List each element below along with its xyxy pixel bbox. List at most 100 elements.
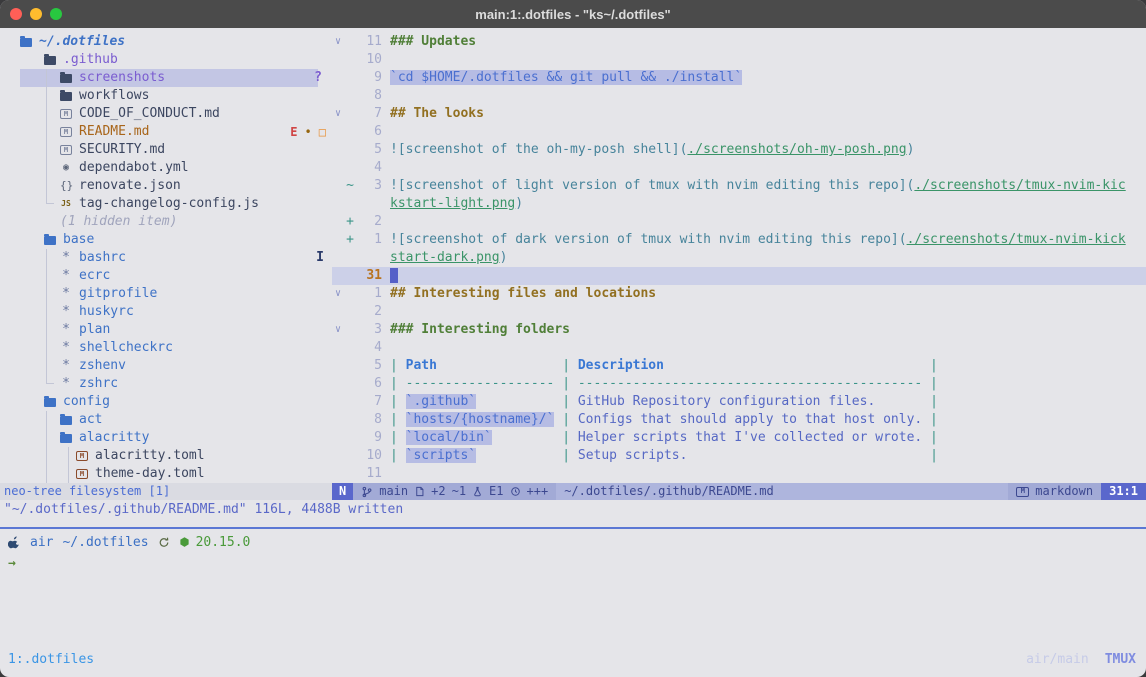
tree-item[interactable]: JStag-changelog-config.js (0, 195, 332, 213)
gitsign-column (344, 123, 356, 141)
tree-item[interactable]: ~/.dotfiles (0, 33, 332, 51)
fold-column (332, 87, 344, 105)
editor-line[interactable]: 4 (332, 339, 1146, 357)
editor-line[interactable]: 9| `local/bin` | Helper scripts that I'v… (332, 429, 1146, 447)
rc-file-icon: * (60, 267, 72, 285)
editor-line[interactable]: start-dark.png) (332, 249, 1146, 267)
tree-guide (46, 411, 47, 429)
editor-line[interactable]: ~3![screenshot of light version of tmux … (332, 177, 1146, 195)
line-number: 11 (356, 465, 382, 483)
editor-line[interactable]: 10 (332, 51, 1146, 69)
statusline-filepath: ~/.dotfiles/.github/README.md (556, 483, 1008, 500)
text-cursor (390, 268, 398, 283)
fold-marker-icon[interactable]: ∨ (332, 105, 344, 123)
shell-prompt: air ~/.dotfiles 20.15.0 (0, 529, 1146, 555)
editor-line[interactable]: kstart-light.png) (332, 195, 1146, 213)
editor-line[interactable]: 10| `scripts` | Setup scripts. | (332, 447, 1146, 465)
editor-line[interactable]: ∨1## Interesting files and locations (332, 285, 1146, 303)
tree-guide (46, 285, 47, 303)
line-text: `cd $HOME/.dotfiles && git pull && ./ins… (390, 69, 742, 87)
editor-buffer[interactable]: ∨11### Updates109`cd $HOME/.dotfiles && … (332, 28, 1146, 483)
tree-item[interactable]: ◉dependabot.yml (0, 159, 332, 177)
folder-icon (44, 56, 56, 65)
editor-line[interactable]: ∨11### Updates (332, 33, 1146, 51)
tree-item[interactable]: config (0, 393, 332, 411)
editor-line[interactable]: ∨7## The looks (332, 105, 1146, 123)
editor-line[interactable]: 8 (332, 87, 1146, 105)
editor-line[interactable]: 5| Path | Description | (332, 357, 1146, 375)
tree-item[interactable]: *plan (0, 321, 332, 339)
fold-marker-icon[interactable]: ∨ (332, 33, 344, 51)
editor-line[interactable]: 6| ------------------- | ---------------… (332, 375, 1146, 393)
tree-item[interactable]: *shellcheckrc (0, 339, 332, 357)
tree-item[interactable]: .github (0, 51, 332, 69)
fold-column (332, 375, 344, 393)
tree-item[interactable]: *huskyrc (0, 303, 332, 321)
tree-item[interactable]: MCODE_OF_CONDUCT.md (0, 105, 332, 123)
editor-line[interactable]: 11 (332, 465, 1146, 483)
editor-line[interactable]: 9`cd $HOME/.dotfiles && git pull && ./in… (332, 69, 1146, 87)
tree-item[interactable]: MSECURITY.md (0, 141, 332, 159)
tree-item[interactable]: (1 hidden item) (0, 213, 332, 231)
fold-marker-icon[interactable]: ∨ (332, 321, 344, 339)
inactive-pane-cursor: I (316, 249, 324, 267)
tree-item-label: bashrc (79, 249, 126, 267)
editor-line[interactable]: ∨3### Interesting folders (332, 321, 1146, 339)
gitsign-column: + (344, 213, 356, 231)
shell-input-line[interactable]: → (0, 555, 1146, 573)
tree-item[interactable]: base (0, 231, 332, 249)
editor-line[interactable]: 4 (332, 159, 1146, 177)
editor-line[interactable]: 7| `.github` | GitHub Repository configu… (332, 393, 1146, 411)
tree-item[interactable]: *bashrcI (0, 249, 332, 267)
git-fetch-icon (158, 536, 170, 549)
line-number (356, 195, 382, 213)
tree-item-label: CODE_OF_CONDUCT.md (79, 105, 220, 123)
tree-item-label: ecrc (79, 267, 110, 285)
tree-item[interactable]: act (0, 411, 332, 429)
editor-line[interactable]: +2 (332, 213, 1146, 231)
tree-item[interactable]: {}renovate.json (0, 177, 332, 195)
tree-item[interactable]: *gitprofile (0, 285, 332, 303)
tree-item-label: workflows (79, 87, 149, 105)
tree-item[interactable]: Mtheme-day.toml (0, 465, 332, 483)
line-number: 10 (356, 51, 382, 69)
fold-marker-icon[interactable]: ∨ (332, 285, 344, 303)
tree-item[interactable]: alacritty (0, 429, 332, 447)
line-number: 2 (356, 303, 382, 321)
line-number (356, 249, 382, 267)
tree-item[interactable]: screenshots? (0, 69, 332, 87)
line-number: 4 (356, 159, 382, 177)
tree-item[interactable]: Malacritty.toml (0, 447, 332, 465)
dependabot-icon: ◉ (60, 159, 72, 177)
editor-line[interactable]: 31 (332, 267, 1146, 285)
file-status-marks: E•□ (290, 123, 326, 141)
gitsign-column (344, 303, 356, 321)
tree-guide (68, 447, 69, 465)
editor-line[interactable]: 8| `hosts/{hostname}/` | Configs that sh… (332, 411, 1146, 429)
tree-item[interactable]: *zshrc (0, 375, 332, 393)
tree-item-label: tag-changelog-config.js (79, 195, 259, 213)
neo-tree-panel: ~/.dotfiles.githubscreenshots?workflowsM… (0, 28, 332, 483)
line-text: | `local/bin` | Helper scripts that I've… (390, 429, 938, 447)
line-text: | ------------------- | ----------------… (390, 375, 938, 393)
tmux-window-tab[interactable]: 1:.dotfiles (8, 652, 94, 667)
editor-line[interactable]: +1![screenshot of dark version of tmux w… (332, 231, 1146, 249)
tree-item-label: alacritty (79, 429, 149, 447)
tree-item[interactable]: workflows (0, 87, 332, 105)
tree-item[interactable]: * ecrc (0, 267, 332, 285)
editor-line[interactable]: 6 (332, 123, 1146, 141)
tree-guide (68, 465, 69, 483)
trailing-whitespace: +++ (527, 483, 549, 500)
status-mark: • (305, 123, 312, 141)
window-title: main:1:.dotfiles - "ks~/.dotfiles" (0, 7, 1146, 22)
folder-icon (60, 434, 72, 443)
tree-item-label: SECURITY.md (79, 141, 165, 159)
gitsign-column (344, 393, 356, 411)
tree-guide (46, 267, 47, 285)
diff-added: +2 (431, 483, 445, 500)
editor-line[interactable]: 2 (332, 303, 1146, 321)
editor-line[interactable]: 5![screenshot of the oh-my-posh shell](.… (332, 141, 1146, 159)
line-number: 4 (356, 339, 382, 357)
tree-item[interactable]: MREADME.mdE•□ (0, 123, 332, 141)
tree-item[interactable]: *zshenv (0, 357, 332, 375)
